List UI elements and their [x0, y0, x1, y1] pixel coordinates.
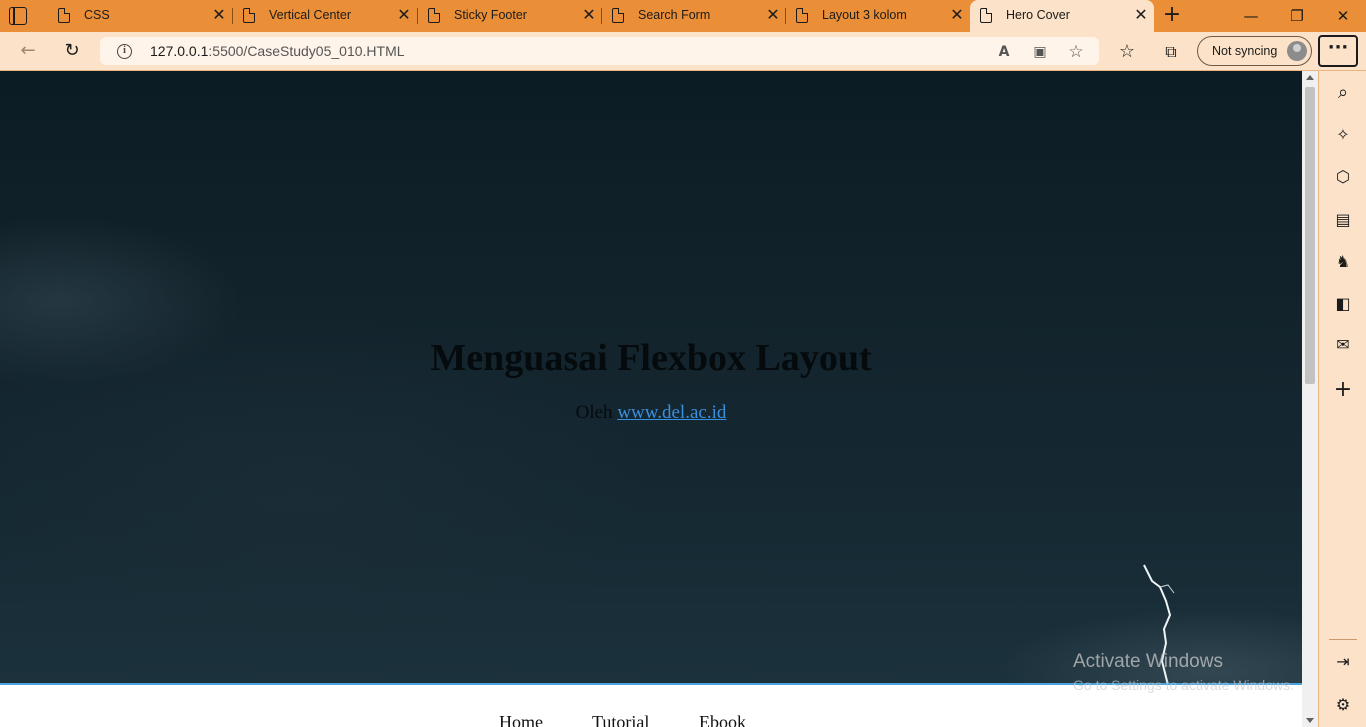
tab-css[interactable]: CSS ✕: [48, 0, 232, 32]
new-tab-button[interactable]: +: [1161, 4, 1183, 26]
scroll-down-icon[interactable]: [1306, 718, 1314, 723]
tab-close-icon[interactable]: ✕: [766, 7, 780, 23]
tab-strip: CSS ✕ Vertical Center ✕ Sticky Footer ✕ …: [0, 0, 1366, 32]
refresh-button[interactable]: ↻: [59, 39, 85, 63]
nav-link-tutorial[interactable]: Tutorial: [592, 712, 649, 727]
minimize-button[interactable]: —: [1228, 4, 1274, 28]
hero-title: Menguasai Flexbox Layout: [430, 337, 872, 379]
tab-title: CSS: [84, 8, 110, 22]
page-icon: [980, 8, 992, 23]
back-button[interactable]: ←: [15, 39, 41, 63]
activation-watermark-title: Activate Windows: [1073, 651, 1223, 672]
copilot-icon[interactable]: ✧: [1332, 124, 1354, 146]
sidebar-divider: [1329, 639, 1357, 640]
tab-close-icon[interactable]: ✕: [397, 7, 411, 23]
office-icon[interactable]: ◧: [1332, 293, 1354, 315]
games-icon[interactable]: ♞: [1332, 251, 1354, 273]
profile-button[interactable]: Not syncing: [1197, 36, 1312, 66]
page-icon: [428, 8, 440, 23]
byline-prefix: Oleh: [575, 402, 613, 423]
tab-close-icon[interactable]: ✕: [212, 7, 226, 23]
tab-sticky-footer[interactable]: Sticky Footer ✕: [418, 0, 602, 32]
close-window-button[interactable]: ✕: [1320, 4, 1366, 28]
read-aloud-icon[interactable]: A: [994, 42, 1014, 62]
url-text[interactable]: 127.0.0.1:5500/CaseStudy05_010.HTML: [150, 43, 405, 59]
outlook-icon[interactable]: ✉: [1332, 334, 1354, 356]
activation-watermark-subtitle: Go to Settings to activate Windows.: [1073, 677, 1294, 693]
tab-vertical-center[interactable]: Vertical Center ✕: [233, 0, 417, 32]
navigation-bar: ← ↻ i 127.0.0.1:5500/CaseStudy05_010.HTM…: [0, 32, 1366, 71]
tab-title: Hero Cover: [1006, 8, 1070, 22]
immersive-reader-icon[interactable]: ▣: [1030, 42, 1050, 62]
hero-cover: Menguasai Flexbox Layout Oleh www.del.ac…: [0, 71, 1302, 685]
address-bar[interactable]: i 127.0.0.1:5500/CaseStudy05_010.HTML A …: [100, 37, 1099, 65]
add-sidebar-app-icon[interactable]: +: [1332, 379, 1354, 401]
vertical-scrollbar[interactable]: [1302, 71, 1318, 727]
tab-layout-3-kolom[interactable]: Layout 3 kolom ✕: [786, 0, 970, 32]
profile-label: Not syncing: [1212, 44, 1278, 58]
avatar: [1287, 41, 1307, 61]
add-favorite-icon[interactable]: ☆: [1066, 42, 1086, 62]
hero-byline: Oleh www.del.ac.id: [576, 402, 727, 424]
nav-link-ebook[interactable]: Ebook: [699, 712, 746, 727]
url-path: :5500/CaseStudy05_010.HTML: [208, 43, 405, 59]
settings-gear-icon[interactable]: ⚙: [1332, 694, 1354, 716]
site-info-icon[interactable]: i: [117, 44, 132, 59]
tab-actions-icon[interactable]: [9, 7, 27, 25]
nav-link-home[interactable]: Home: [499, 712, 543, 727]
favorites-icon[interactable]: ☆: [1116, 41, 1138, 63]
scroll-thumb[interactable]: [1305, 87, 1315, 384]
edge-sidebar: ⌕ ✧ ⬡ ▤ ♞ ◧ ✉ + ⇥ ⚙: [1318, 71, 1366, 727]
page-icon: [58, 8, 70, 23]
url-host: 127.0.0.1: [150, 43, 209, 59]
tab-close-icon[interactable]: ✕: [582, 7, 596, 23]
tab-close-icon[interactable]: ✕: [1134, 7, 1148, 23]
tab-title: Search Form: [638, 8, 711, 22]
scroll-up-icon[interactable]: [1306, 75, 1314, 80]
shopping-tag-icon[interactable]: ⬡: [1332, 166, 1354, 188]
search-icon[interactable]: ⌕: [1332, 82, 1354, 104]
tab-title: Vertical Center: [269, 8, 351, 22]
page-icon: [243, 8, 255, 23]
byline-link[interactable]: www.del.ac.id: [617, 402, 726, 423]
tab-close-icon[interactable]: ✕: [950, 7, 964, 23]
settings-and-more-button[interactable]: ···: [1318, 35, 1358, 67]
page-icon: [612, 8, 624, 23]
tab-hero-cover[interactable]: Hero Cover ✕: [970, 0, 1154, 32]
tab-title: Sticky Footer: [454, 8, 527, 22]
split-screen-icon[interactable]: ⇥: [1332, 651, 1354, 673]
tab-title: Layout 3 kolom: [822, 8, 907, 22]
restore-button[interactable]: ❐: [1274, 4, 1320, 28]
collections-icon[interactable]: ⧉: [1160, 41, 1182, 63]
tools-briefcase-icon[interactable]: ▤: [1332, 209, 1354, 231]
tab-search-form[interactable]: Search Form ✕: [602, 0, 786, 32]
page-icon: [796, 8, 808, 23]
page-viewport: Menguasai Flexbox Layout Oleh www.del.ac…: [0, 71, 1302, 727]
